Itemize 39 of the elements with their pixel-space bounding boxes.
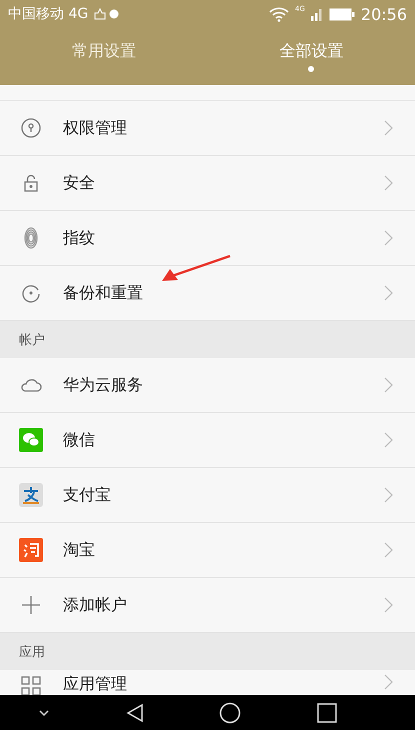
back-icon[interactable] bbox=[126, 702, 144, 722]
settings-label: 权限管理 bbox=[63, 118, 128, 138]
chevron-right-icon bbox=[384, 674, 393, 690]
notification-icon bbox=[94, 7, 120, 21]
clock-text: 20:56 bbox=[360, 4, 407, 24]
settings-label: 安全 bbox=[63, 172, 96, 194]
grid-icon bbox=[19, 674, 43, 695]
chevron-right-icon bbox=[384, 597, 393, 613]
settings-label: 支付宝 bbox=[63, 484, 112, 506]
settings-label: 淘宝 bbox=[63, 540, 96, 560]
chevron-down-icon[interactable] bbox=[38, 708, 50, 716]
signal-icon bbox=[310, 7, 323, 21]
chevron-right-icon bbox=[384, 175, 393, 191]
settings-label: 华为云服务 bbox=[63, 374, 144, 396]
chevron-right-icon bbox=[384, 377, 393, 393]
carrier-text: 中国移动 4G bbox=[8, 5, 88, 23]
key-icon bbox=[19, 116, 43, 140]
chat-app-icon bbox=[19, 428, 43, 452]
section-header: 帐户 bbox=[0, 321, 415, 358]
arrow-annotation bbox=[160, 254, 232, 284]
chevron-right-icon bbox=[384, 432, 393, 448]
settings-label: 备份和重置 bbox=[63, 282, 144, 304]
settings-label: 微信 bbox=[63, 430, 96, 450]
shopping-app-icon bbox=[19, 538, 43, 562]
settings-label: 应用管理 bbox=[63, 674, 128, 695]
chevron-right-icon bbox=[384, 542, 393, 558]
home-icon[interactable] bbox=[219, 702, 242, 724]
recents-icon[interactable] bbox=[317, 702, 338, 722]
chevron-right-icon bbox=[384, 120, 393, 136]
plus-icon bbox=[19, 593, 43, 617]
wifi-icon bbox=[269, 6, 289, 22]
payment-app-icon bbox=[19, 483, 43, 507]
chevron-right-icon bbox=[384, 487, 393, 503]
chevron-right-icon bbox=[384, 285, 393, 301]
section-header: 应用 bbox=[0, 633, 415, 670]
battery-icon bbox=[328, 8, 355, 20]
settings-label: 添加帐户 bbox=[63, 594, 128, 616]
chevron-right-icon bbox=[384, 230, 393, 246]
settings-label: 指纹 bbox=[63, 228, 96, 248]
